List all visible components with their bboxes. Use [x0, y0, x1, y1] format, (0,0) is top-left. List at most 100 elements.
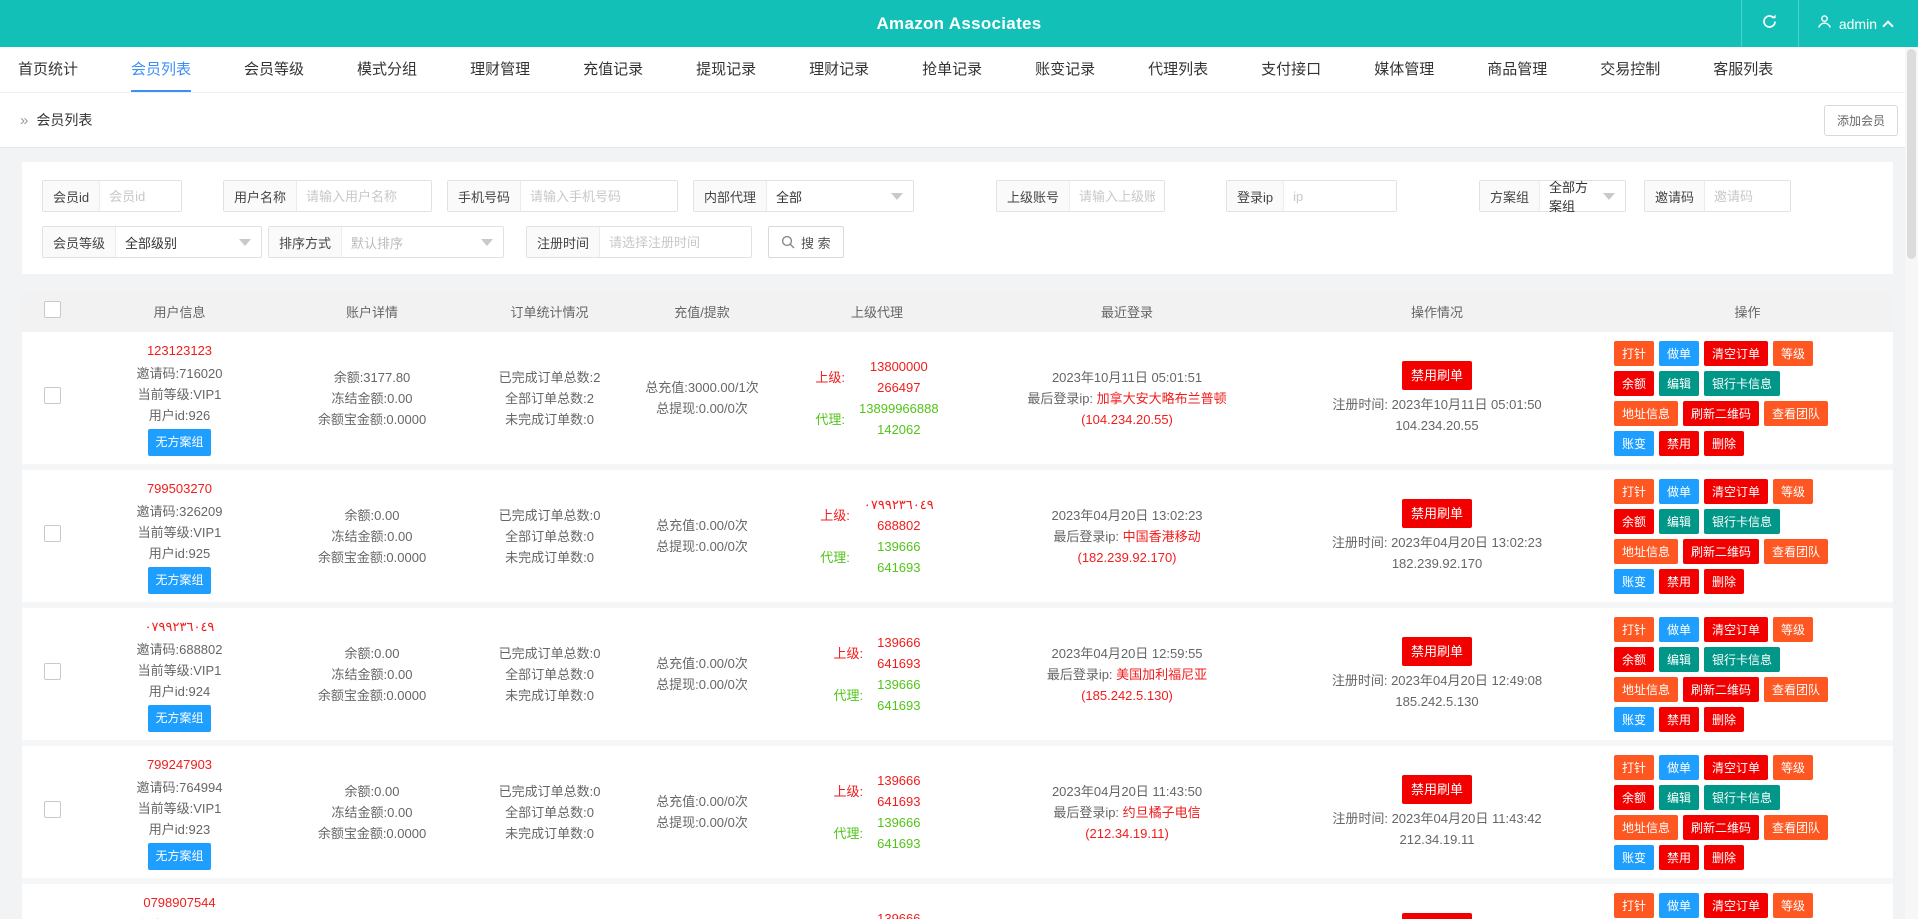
filter-plan-group-value[interactable]: 全部方案组	[1540, 181, 1603, 211]
filter-phone-input[interactable]	[521, 181, 677, 211]
action-button[interactable]: 编辑	[1659, 371, 1699, 396]
ban-brushing-button[interactable]: 禁用刷单	[1402, 775, 1472, 804]
action-button[interactable]: 银行卡信息	[1704, 371, 1780, 396]
ban-brushing-button[interactable]: 禁用刷单	[1402, 361, 1472, 390]
nav-tab-媒体管理[interactable]: 媒体管理	[1374, 47, 1434, 92]
filter-login-ip-input[interactable]	[1284, 181, 1396, 211]
action-button[interactable]: 打针	[1614, 755, 1654, 780]
action-button[interactable]: 地址信息	[1614, 677, 1678, 702]
action-button[interactable]: 等级	[1773, 893, 1813, 918]
nav-tab-提现记录[interactable]: 提现记录	[696, 47, 756, 92]
action-button[interactable]: 刷新二维码	[1683, 677, 1759, 702]
row-checkbox[interactable]	[44, 525, 61, 542]
filter-internal-agent-value[interactable]: 全部	[767, 181, 891, 211]
nav-tab-商品管理[interactable]: 商品管理	[1487, 47, 1547, 92]
action-button[interactable]: 做单	[1659, 755, 1699, 780]
filter-invite-code-input[interactable]	[1705, 181, 1790, 211]
filter-sort-order-value[interactable]: 默认排序	[342, 227, 481, 257]
action-button[interactable]: 账变	[1614, 707, 1654, 732]
action-button[interactable]: 余额	[1614, 647, 1654, 672]
ban-brushing-button[interactable]: 禁用刷单	[1402, 913, 1472, 919]
scrollbar-thumb[interactable]	[1907, 49, 1916, 259]
nav-tab-客服列表[interactable]: 客服列表	[1713, 47, 1773, 92]
action-button[interactable]: 地址信息	[1614, 401, 1678, 426]
action-button[interactable]: 禁用	[1659, 845, 1699, 870]
page-scrollbar[interactable]	[1905, 47, 1918, 919]
filter-username-input[interactable]	[297, 181, 431, 211]
action-button[interactable]: 余额	[1614, 371, 1654, 396]
action-button[interactable]: 清空订单	[1704, 341, 1768, 366]
action-button[interactable]: 清空订单	[1704, 755, 1768, 780]
action-button[interactable]: 地址信息	[1614, 815, 1678, 840]
nav-tab-支付接口[interactable]: 支付接口	[1261, 47, 1321, 92]
action-button[interactable]: 余额	[1614, 785, 1654, 810]
action-button[interactable]: 清空订单	[1704, 479, 1768, 504]
action-button[interactable]: 清空订单	[1704, 893, 1768, 918]
nav-tab-交易控制[interactable]: 交易控制	[1600, 47, 1660, 92]
row-checkbox[interactable]	[44, 801, 61, 818]
action-button[interactable]: 查看团队	[1764, 815, 1828, 840]
action-line: 余额编辑银行卡信息	[1614, 509, 1780, 534]
action-button[interactable]: 清空订单	[1704, 617, 1768, 642]
ban-brushing-button[interactable]: 禁用刷单	[1402, 499, 1472, 528]
nav-tab-抢单记录[interactable]: 抢单记录	[922, 47, 982, 92]
action-button[interactable]: 刷新二维码	[1683, 815, 1759, 840]
action-button[interactable]: 账变	[1614, 845, 1654, 870]
action-button[interactable]: 账变	[1614, 431, 1654, 456]
action-button[interactable]: 禁用	[1659, 431, 1699, 456]
action-button[interactable]: 禁用	[1659, 569, 1699, 594]
action-button[interactable]: 删除	[1704, 431, 1744, 456]
nav-tab-账变记录[interactable]: 账变记录	[1035, 47, 1095, 92]
nav-tab-会员等级[interactable]: 会员等级	[244, 47, 304, 92]
nav-tab-会员列表[interactable]: 会员列表	[131, 47, 191, 92]
action-button[interactable]: 打针	[1614, 617, 1654, 642]
action-button[interactable]: 编辑	[1659, 509, 1699, 534]
action-button[interactable]: 删除	[1704, 845, 1744, 870]
action-button[interactable]: 删除	[1704, 707, 1744, 732]
search-button[interactable]: 搜 索	[768, 226, 844, 258]
filter-member-id-input[interactable]	[100, 181, 181, 211]
nav-tab-代理列表[interactable]: 代理列表	[1148, 47, 1208, 92]
action-button[interactable]: 做单	[1659, 617, 1699, 642]
action-button[interactable]: 做单	[1659, 341, 1699, 366]
nav-tab-理财管理[interactable]: 理财管理	[470, 47, 530, 92]
action-button[interactable]: 编辑	[1659, 785, 1699, 810]
action-button[interactable]: 等级	[1773, 479, 1813, 504]
action-button[interactable]: 余额	[1614, 509, 1654, 534]
action-button[interactable]: 删除	[1704, 569, 1744, 594]
action-button[interactable]: 做单	[1659, 893, 1699, 918]
action-button[interactable]: 等级	[1773, 755, 1813, 780]
action-button[interactable]: 等级	[1773, 341, 1813, 366]
nav-tab-模式分组[interactable]: 模式分组	[357, 47, 417, 92]
action-button[interactable]: 打针	[1614, 893, 1654, 918]
add-member-button[interactable]: 添加会员	[1824, 105, 1898, 136]
action-button[interactable]: 打针	[1614, 341, 1654, 366]
action-button[interactable]: 编辑	[1659, 647, 1699, 672]
action-button[interactable]: 做单	[1659, 479, 1699, 504]
action-button[interactable]: 刷新二维码	[1683, 539, 1759, 564]
select-all-checkbox[interactable]	[44, 301, 61, 318]
nav-tab-理财记录[interactable]: 理财记录	[809, 47, 869, 92]
action-button[interactable]: 账变	[1614, 569, 1654, 594]
filter-reg-time-input[interactable]	[600, 227, 751, 257]
filter-member-level-value[interactable]: 全部级别	[116, 227, 239, 257]
action-button[interactable]: 刷新二维码	[1683, 401, 1759, 426]
action-button[interactable]: 查看团队	[1764, 677, 1828, 702]
filter-parent-account-input[interactable]	[1070, 181, 1164, 211]
row-checkbox[interactable]	[44, 663, 61, 680]
action-button[interactable]: 查看团队	[1764, 401, 1828, 426]
refresh-button[interactable]	[1741, 0, 1799, 47]
nav-tab-首页统计[interactable]: 首页统计	[18, 47, 78, 92]
action-button[interactable]: 地址信息	[1614, 539, 1678, 564]
user-menu[interactable]: admin	[1799, 14, 1918, 34]
action-button[interactable]: 银行卡信息	[1704, 509, 1780, 534]
row-checkbox[interactable]	[44, 387, 61, 404]
action-button[interactable]: 等级	[1773, 617, 1813, 642]
action-button[interactable]: 禁用	[1659, 707, 1699, 732]
action-button[interactable]: 银行卡信息	[1704, 647, 1780, 672]
ban-brushing-button[interactable]: 禁用刷单	[1402, 637, 1472, 666]
nav-tab-充值记录[interactable]: 充值记录	[583, 47, 643, 92]
action-button[interactable]: 银行卡信息	[1704, 785, 1780, 810]
action-button[interactable]: 查看团队	[1764, 539, 1828, 564]
action-button[interactable]: 打针	[1614, 479, 1654, 504]
